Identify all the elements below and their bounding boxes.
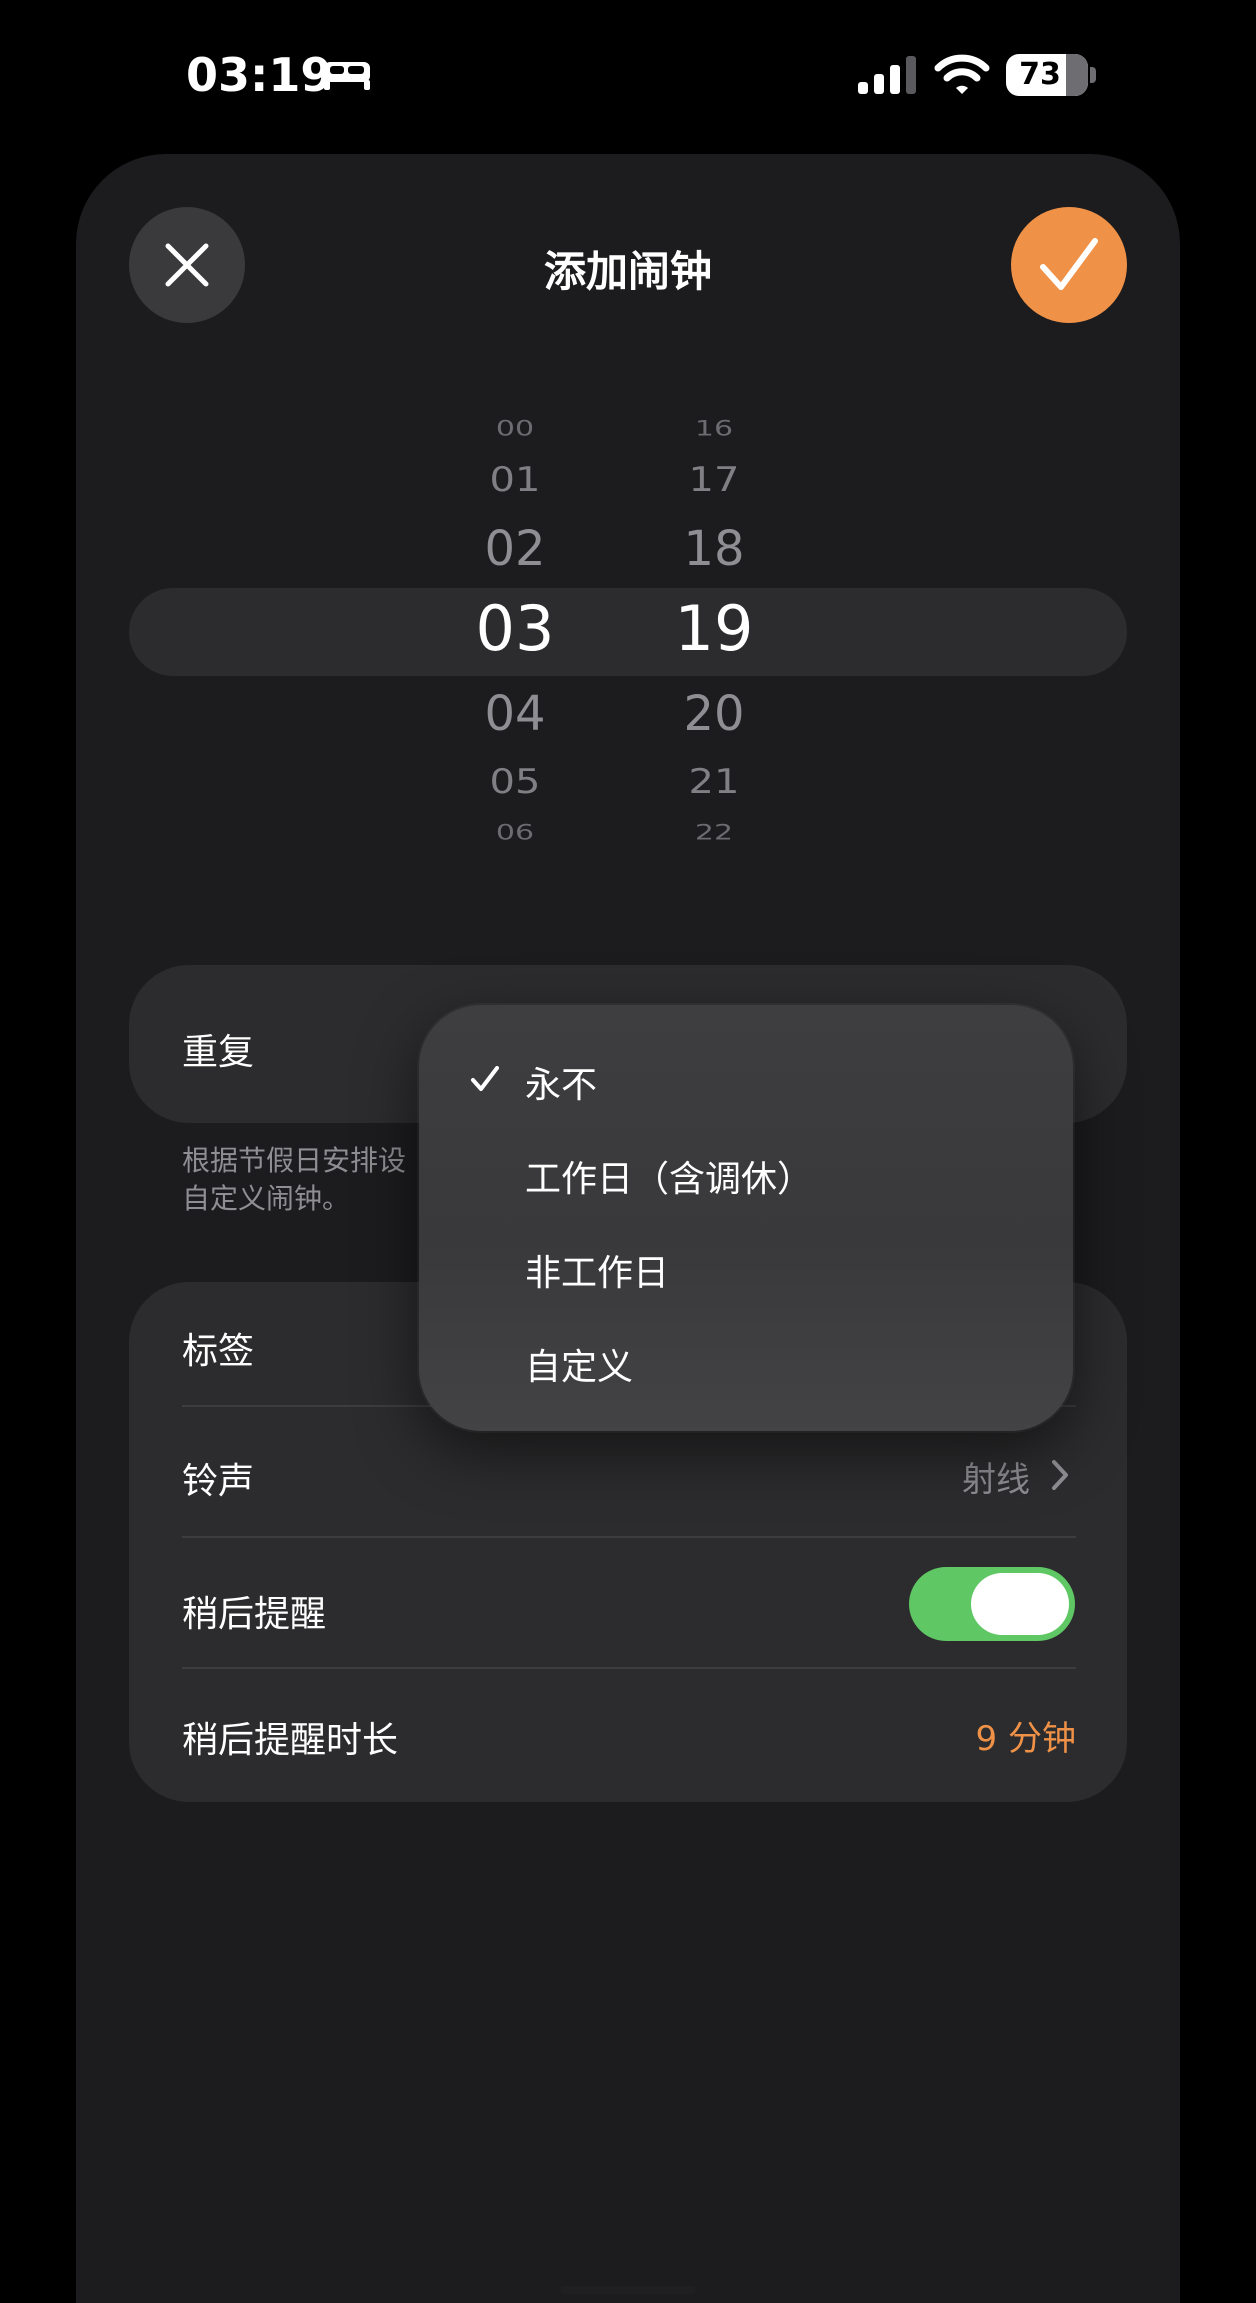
confirm-button[interactable] xyxy=(1011,207,1127,323)
minute-option[interactable]: 16 xyxy=(634,418,794,440)
home-indicator[interactable] xyxy=(560,2286,696,2294)
hour-picker[interactable]: 00 01 02 03 04 05 06 xyxy=(435,400,595,870)
page-title: 添加闹钟 xyxy=(543,247,712,296)
hour-option[interactable]: 04 xyxy=(435,690,595,738)
status-bar: 03:19 73 xyxy=(0,0,1256,150)
bed-icon xyxy=(324,62,370,90)
ringtone-value[interactable]: 射线 xyxy=(900,1452,1030,1501)
battery-icon: 73 xyxy=(1006,54,1088,96)
minute-option[interactable]: 21 xyxy=(634,765,794,799)
checkmark-icon xyxy=(471,1066,499,1091)
menu-item-custom[interactable]: 自定义 xyxy=(525,1338,633,1390)
repeat-label: 重复 xyxy=(182,1032,255,1073)
repeat-dropdown-menu xyxy=(419,1005,1073,1431)
minute-picker[interactable]: 16 17 18 19 20 21 22 xyxy=(634,400,794,870)
selected-minute[interactable]: 19 xyxy=(634,598,794,660)
battery-cap xyxy=(1090,67,1096,83)
snooze-duration-label[interactable]: 稍后提醒时长 xyxy=(182,1711,398,1763)
ringtone-label[interactable]: 铃声 xyxy=(182,1452,254,1504)
hour-option[interactable]: 05 xyxy=(435,765,595,799)
snooze-duration-value[interactable]: 9 分钟 xyxy=(920,1711,1076,1760)
menu-item-workdays[interactable]: 工作日（含调休） xyxy=(525,1150,813,1202)
hour-option[interactable]: 01 xyxy=(435,463,595,497)
signal-icon xyxy=(858,56,916,94)
minute-option[interactable]: 17 xyxy=(634,463,794,497)
picker-selection-highlight xyxy=(129,588,1127,676)
wifi-icon xyxy=(934,54,990,94)
hour-option[interactable]: 00 xyxy=(435,418,595,440)
hour-option[interactable]: 02 xyxy=(435,525,595,573)
close-icon xyxy=(165,243,209,287)
snooze-label: 稍后提醒 xyxy=(182,1594,327,1635)
hour-option[interactable]: 06 xyxy=(435,822,595,844)
toggle-knob xyxy=(971,1573,1069,1635)
minute-option[interactable]: 20 xyxy=(634,690,794,738)
menu-item-never[interactable]: 永不 xyxy=(525,1056,597,1108)
battery-level: 73 xyxy=(1019,57,1061,92)
status-time: 03:19 xyxy=(186,48,333,102)
chevron-right-icon xyxy=(1052,1460,1068,1490)
label-row[interactable]: 标签 xyxy=(182,1322,254,1374)
checkmark-icon xyxy=(1040,238,1098,290)
divider xyxy=(182,1667,1076,1669)
close-button[interactable] xyxy=(129,207,245,323)
divider xyxy=(182,1536,1076,1538)
menu-item-non-workdays[interactable]: 非工作日 xyxy=(525,1244,669,1296)
minute-option[interactable]: 22 xyxy=(634,822,794,844)
snooze-toggle[interactable] xyxy=(909,1567,1075,1641)
selected-hour[interactable]: 03 xyxy=(435,598,595,660)
minute-option[interactable]: 18 xyxy=(634,525,794,573)
